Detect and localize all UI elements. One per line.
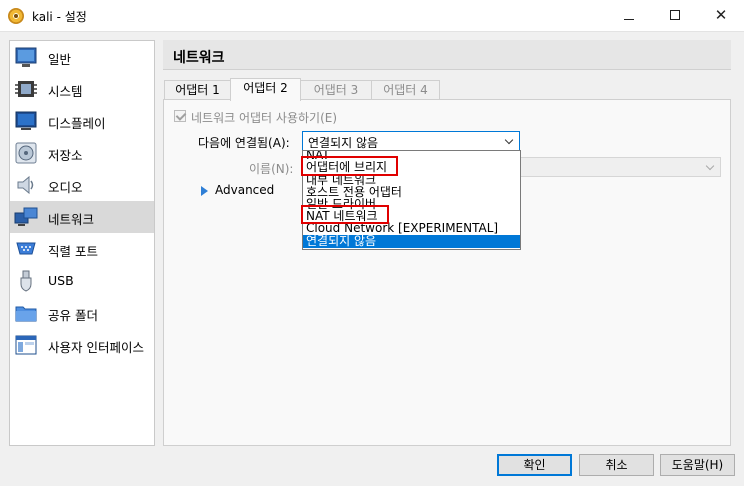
sidebar-item-label: 시스템 (48, 84, 83, 99)
sidebar-item-general[interactable]: 일반 (10, 41, 154, 73)
network-icon (14, 207, 38, 226)
sidebar-item-label: 사용자 인터페이스 (48, 340, 144, 355)
tab-adapter-4: 어댑터 4 (371, 80, 440, 100)
general-icon (15, 47, 37, 67)
sidebar-item-label: 일반 (48, 52, 72, 67)
dropdown-option-cloud-network[interactable]: Cloud Network [EXPERIMENTAL] (303, 222, 520, 235)
page-title: 네트워크 (163, 40, 731, 70)
enable-adapter-checkbox[interactable] (174, 110, 186, 122)
maximize-icon[interactable] (652, 0, 698, 32)
chevron-down-icon (504, 135, 514, 145)
usb-icon (20, 270, 32, 292)
title-bar: kali - 설정 ✕ (0, 0, 744, 32)
sidebar-item-storage[interactable]: 저장소 (10, 137, 154, 169)
sidebar-item-serial-port[interactable]: 직렬 포트 (10, 233, 154, 265)
chevron-down-icon (705, 161, 715, 171)
shared-folder-icon (15, 306, 37, 322)
enable-adapter-label: 네트워크 어댑터 사용하기(E) (191, 111, 338, 125)
sidebar-item-user-interface[interactable]: 사용자 인터페이스 (10, 329, 154, 361)
sidebar-item-label: 공유 폴더 (48, 308, 98, 323)
close-icon[interactable]: ✕ (698, 0, 744, 32)
display-icon (15, 111, 37, 130)
tab-adapter-3: 어댑터 3 (300, 80, 372, 100)
attached-to-label: 다음에 연결됨(A): (198, 136, 290, 150)
name-label: 이름(N): (249, 162, 294, 176)
sidebar-item-label: 디스플레이 (48, 116, 106, 131)
virtualbox-icon (8, 8, 24, 24)
window-title: kali - 설정 (32, 10, 87, 24)
audio-icon (17, 175, 34, 195)
attached-to-value: 연결되지 않음 (308, 136, 379, 150)
settings-sidebar: 일반 시스템 디스플레이 저장소 오디오 네트워크 직렬 포트 USB 공유 폴… (9, 40, 155, 446)
dropdown-option-not-attached[interactable]: 연결되지 않음 (303, 235, 520, 248)
sidebar-item-usb[interactable]: USB (10, 265, 154, 297)
expand-arrow-icon[interactable] (201, 186, 208, 196)
sidebar-item-label: 직렬 포트 (48, 244, 98, 259)
ok-button[interactable]: 확인 (497, 454, 572, 476)
minimize-icon[interactable] (606, 0, 652, 32)
sidebar-item-label: 네트워크 (48, 212, 95, 227)
sidebar-item-shared-folder[interactable]: 공유 폴더 (10, 297, 154, 329)
attached-to-select[interactable]: 연결되지 않음 (302, 131, 520, 151)
serial-port-icon (16, 242, 36, 255)
sidebar-item-network[interactable]: 네트워크 (10, 201, 154, 233)
sidebar-item-label: 저장소 (48, 148, 83, 163)
sidebar-item-label: 오디오 (48, 180, 83, 195)
tab-adapter-2[interactable]: 어댑터 2 (230, 78, 301, 101)
cancel-button[interactable]: 취소 (579, 454, 654, 476)
attached-to-dropdown-list: NAT 어댑터에 브리지 내부 네트워크 호스트 전용 어댑터 일반 드라이버 … (302, 150, 521, 250)
storage-icon (15, 142, 37, 164)
help-button[interactable]: 도움말(H) (660, 454, 735, 476)
tab-adapter-1[interactable]: 어댑터 1 (164, 80, 231, 100)
user-interface-icon (15, 335, 37, 355)
system-icon (15, 81, 37, 97)
dropdown-option-bridged[interactable]: 어댑터에 브리지 (303, 161, 520, 174)
sidebar-item-audio[interactable]: 오디오 (10, 169, 154, 201)
advanced-toggle[interactable]: Advanced (215, 183, 274, 197)
sidebar-item-label: USB (48, 273, 74, 288)
page-title-text: 네트워크 (173, 50, 225, 66)
sidebar-item-system[interactable]: 시스템 (10, 73, 154, 105)
sidebar-item-display[interactable]: 디스플레이 (10, 105, 154, 137)
